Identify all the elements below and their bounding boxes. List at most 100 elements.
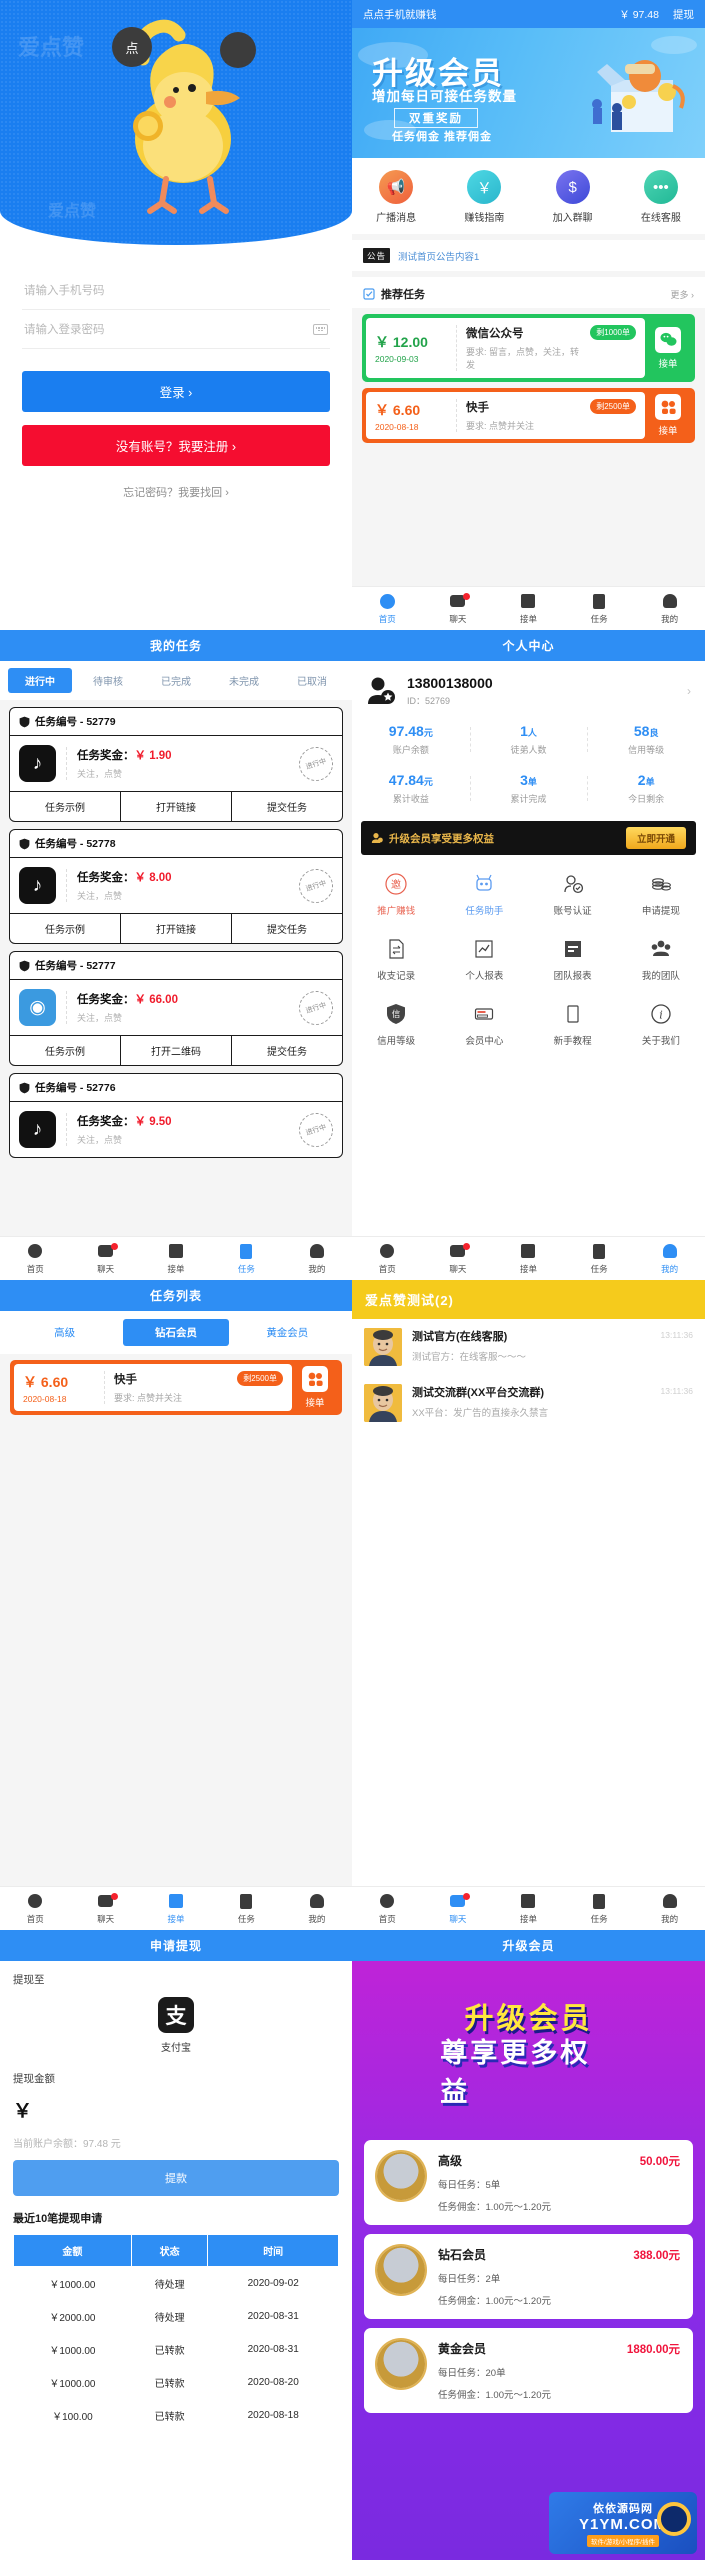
nav-item-task[interactable]: 任务	[211, 1243, 281, 1275]
my-task-reward-row: 任务奖金：￥ 9.50	[77, 1113, 289, 1129]
nav-item-home[interactable]: 首页	[0, 1243, 70, 1275]
submit-task-button[interactable]: 提交任务	[232, 914, 342, 943]
vip-plan-card[interactable]: 高级 50.00元 每日任务：5单 任务佣金：1.00元～1.20元	[364, 2140, 693, 2225]
quick-action-group[interactable]: $ 加入群聊	[529, 170, 617, 224]
grid-item-credit[interactable]: 信信用等级	[352, 991, 440, 1056]
nav-label: 我的	[661, 1913, 679, 1924]
submit-task-button[interactable]: 提交任务	[232, 792, 342, 821]
nav-item-order[interactable]: 接单	[141, 1893, 211, 1925]
withdraw-submit-button[interactable]: 提款	[13, 2160, 339, 2196]
payment-method[interactable]: 支 支付宝	[0, 1987, 352, 2060]
task-accept-button[interactable]: 接单	[292, 1364, 338, 1411]
vip-plan-card[interactable]: 黄金会员 1880.00元 每日任务：20单 任务佣金：1.00元～1.20元	[364, 2328, 693, 2413]
my-task-card[interactable]: 任务编号 - 52777 ◉ 任务奖金：￥ 66.00 关注，点赞 进行中 任务…	[9, 951, 343, 1066]
my-task-card[interactable]: 任务编号 - 52776 ♪ 任务奖金：￥ 9.50 关注，点赞 进行中	[9, 1073, 343, 1158]
grid-item-transactions[interactable]: 收支记录	[352, 926, 440, 991]
topbar-withdraw-link[interactable]: 提现	[673, 7, 694, 22]
tab-incomplete[interactable]: 未完成	[212, 668, 276, 693]
nav-item-chat[interactable]: 聊天	[423, 1243, 494, 1275]
task-card[interactable]: ￥ 6.60 2020-08-18 快手 要求: 点赞并关注 剩2500单 接单	[10, 1360, 342, 1415]
task-card[interactable]: ￥ 12.00 2020-09-03 微信公众号 要求: 留言，点赞，关注，转发…	[362, 314, 695, 382]
task-accept-button[interactable]: 接单	[645, 318, 691, 378]
chevron-right-icon[interactable]: ›	[687, 684, 691, 698]
task-list-title: 任务列表	[0, 1280, 352, 1311]
task-example-button[interactable]: 任务示例	[10, 792, 121, 821]
tab-diamond[interactable]: 钻石会员	[123, 1319, 229, 1346]
login-button[interactable]: 登录 ›	[22, 371, 330, 412]
nav-item-chat[interactable]: 聊天	[70, 1893, 140, 1925]
nav-item-chat[interactable]: 聊天	[70, 1243, 140, 1275]
nav-item-home[interactable]: 首页	[352, 593, 423, 625]
announcement-bar[interactable]: 公告 测试首页公告内容1	[352, 240, 705, 271]
login-form: 请输入手机号码 请输入登录密码 登录 › 没有账号？我要注册 › 忘记密码？我要…	[0, 245, 352, 500]
quick-action-broadcast[interactable]: 📢 广播消息	[352, 170, 440, 224]
nav-item-home[interactable]: 首页	[352, 1243, 423, 1275]
nav-item-task[interactable]: 任务	[564, 1893, 635, 1925]
stat-label: 累计收益	[392, 794, 429, 804]
grid-item-verify[interactable]: 账号认证	[529, 861, 617, 926]
tab-in-progress[interactable]: 进行中	[8, 668, 72, 693]
keyboard-icon[interactable]	[313, 323, 328, 335]
task-example-button[interactable]: 任务示例	[10, 1036, 121, 1065]
chat-list-item[interactable]: 测试交流群(XX平台交流群) XX平台：发广告的直接永久禁言 13:11:36	[352, 1375, 705, 1431]
nav-item-chat[interactable]: 聊天	[423, 1893, 494, 1925]
password-input[interactable]: 请输入登录密码	[22, 310, 330, 349]
forgot-password-link[interactable]: 忘记密码？我要找回 ›	[22, 484, 330, 500]
vip-plan-card[interactable]: 钻石会员 388.00元 每日任务：2单 任务佣金：1.00元～1.20元	[364, 2234, 693, 2319]
vip-activate-button[interactable]: 立即开通	[625, 827, 686, 849]
nav-item-order[interactable]: 接单	[493, 593, 564, 625]
task-example-button[interactable]: 任务示例	[10, 914, 121, 943]
grid-item-assistant[interactable]: 任务助手	[440, 861, 528, 926]
task-card[interactable]: ￥ 6.60 2020-08-18 快手 要求: 点赞并关注 剩2500单 接单	[362, 388, 695, 443]
grid-item-tutorial[interactable]: 新手教程	[529, 991, 617, 1056]
nav-item-order[interactable]: 接单	[493, 1893, 564, 1925]
nav-item-profile[interactable]: 我的	[634, 1893, 705, 1925]
section-more-link[interactable]: 更多 ›	[671, 288, 695, 301]
grid-item-promote[interactable]: 邀推广赚钱	[352, 861, 440, 926]
tab-cancelled[interactable]: 已取消	[280, 668, 344, 693]
plan-info: 黄金会员 1880.00元 每日任务：20单 任务佣金：1.00元～1.20元	[438, 2340, 680, 2401]
grid-item-personal-report[interactable]: 个人报表	[440, 926, 528, 991]
grid-item-team-report[interactable]: 团队报表	[529, 926, 617, 991]
grid-item-vip-center[interactable]: 会员中心	[440, 991, 528, 1056]
tab-advanced[interactable]: 高级	[12, 1319, 117, 1346]
register-button[interactable]: 没有账号？我要注册 ›	[22, 425, 330, 466]
profile-user-row[interactable]: 13800138000 ID：52769 ›	[352, 661, 705, 717]
tab-pending-review[interactable]: 待审核	[76, 668, 140, 693]
nav-item-profile[interactable]: 我的	[634, 593, 705, 625]
nav-item-home[interactable]: 首页	[352, 1893, 423, 1925]
my-task-card[interactable]: 任务编号 - 52778 ♪ 任务奖金：￥ 8.00 关注，点赞 进行中 任务示…	[9, 829, 343, 944]
nav-item-task[interactable]: 任务	[564, 593, 635, 625]
open-qrcode-button[interactable]: 打开二维码	[121, 1036, 232, 1065]
my-task-card[interactable]: 任务编号 - 52779 ♪ 任务奖金：￥ 1.90 关注，点赞 进行中 任务示…	[9, 707, 343, 822]
phone-input[interactable]: 请输入手机号码	[22, 271, 330, 310]
stat-unit: 单	[645, 777, 655, 787]
nav-item-profile[interactable]: 我的	[282, 1893, 352, 1925]
task-remaining-badge: 剩2500单	[237, 1371, 283, 1386]
tab-completed[interactable]: 已完成	[144, 668, 208, 693]
open-link-button[interactable]: 打开链接	[121, 792, 232, 821]
nav-item-profile[interactable]: 我的	[282, 1243, 352, 1275]
grid-item-my-team[interactable]: 我的团队	[617, 926, 705, 991]
task-accept-button[interactable]: 接单	[645, 392, 691, 439]
submit-task-button[interactable]: 提交任务	[232, 1036, 342, 1065]
vip-upgrade-bar[interactable]: 升级会员享受更多权益 立即开通	[361, 821, 696, 855]
withdraw-amount-input[interactable]: ￥	[0, 2086, 352, 2129]
grid-item-about[interactable]: i 关于我们	[617, 991, 705, 1056]
nav-item-order[interactable]: 接单	[141, 1243, 211, 1275]
quick-action-support[interactable]: ••• 在线客服	[617, 170, 705, 224]
open-link-button[interactable]: 打开链接	[121, 914, 232, 943]
nav-item-order[interactable]: 接单	[493, 1243, 564, 1275]
nav-item-home[interactable]: 首页	[0, 1893, 70, 1925]
tab-gold[interactable]: 黄金会员	[235, 1319, 340, 1346]
quick-action-guide[interactable]: ￥ 赚钱指南	[440, 170, 528, 224]
plan-info: 钻石会员 388.00元 每日任务：2单 任务佣金：1.00元～1.20元	[438, 2246, 680, 2307]
grid-item-withdraw[interactable]: 申请提现	[617, 861, 705, 926]
vip-promo-banner[interactable]: 升级会员 增加每日可接任务数量 双重奖励 任务佣金 推荐佣金	[352, 28, 705, 158]
nav-item-profile[interactable]: 我的	[634, 1243, 705, 1275]
nav-item-task[interactable]: 任务	[564, 1243, 635, 1275]
nav-item-task[interactable]: 任务	[211, 1893, 281, 1925]
nav-label: 聊天	[449, 1263, 467, 1274]
nav-item-chat[interactable]: 聊天	[423, 593, 494, 625]
chat-list-item[interactable]: 测试官方(在线客服) 测试官方：在线客服～～～ 13:11:36	[352, 1319, 705, 1375]
